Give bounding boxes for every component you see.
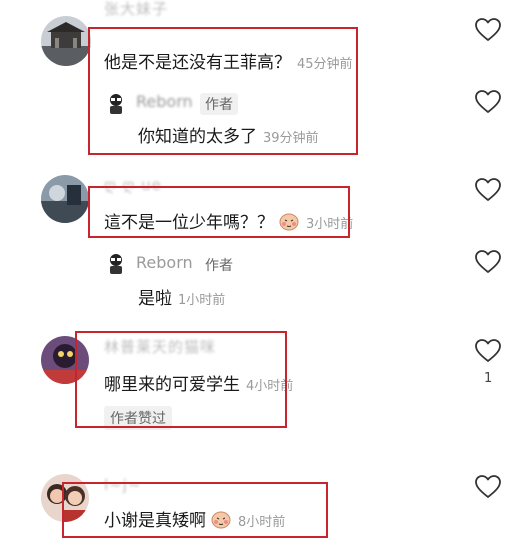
comment-username[interactable]: 张大妹子: [104, 0, 168, 19]
reply-body: 是啦: [138, 289, 172, 309]
reply-username[interactable]: Reborn: [136, 253, 193, 272]
avatar[interactable]: [41, 175, 89, 223]
heart-outline-icon[interactable]: [474, 17, 502, 43]
avatar-image: [41, 175, 89, 223]
heart-outline-icon[interactable]: [474, 338, 502, 364]
highlight-box: [88, 186, 350, 238]
highlight-box: [62, 482, 328, 538]
author-tag: 作者: [205, 258, 233, 274]
heart-outline-icon[interactable]: [474, 177, 502, 203]
heart-outline-icon[interactable]: [474, 249, 502, 275]
heart-outline-icon[interactable]: [474, 89, 502, 115]
highlight-box: [88, 27, 358, 155]
like-count: 1: [484, 371, 493, 386]
avatar-image: [41, 16, 91, 66]
reply-text[interactable]: 是啦 1小时前: [138, 284, 225, 309]
heart-outline-icon[interactable]: [474, 474, 502, 500]
reply-avatar[interactable]: [105, 252, 127, 274]
avatar[interactable]: [41, 16, 91, 66]
highlight-box: [75, 331, 287, 428]
reply-time: 1小时前: [178, 293, 226, 308]
